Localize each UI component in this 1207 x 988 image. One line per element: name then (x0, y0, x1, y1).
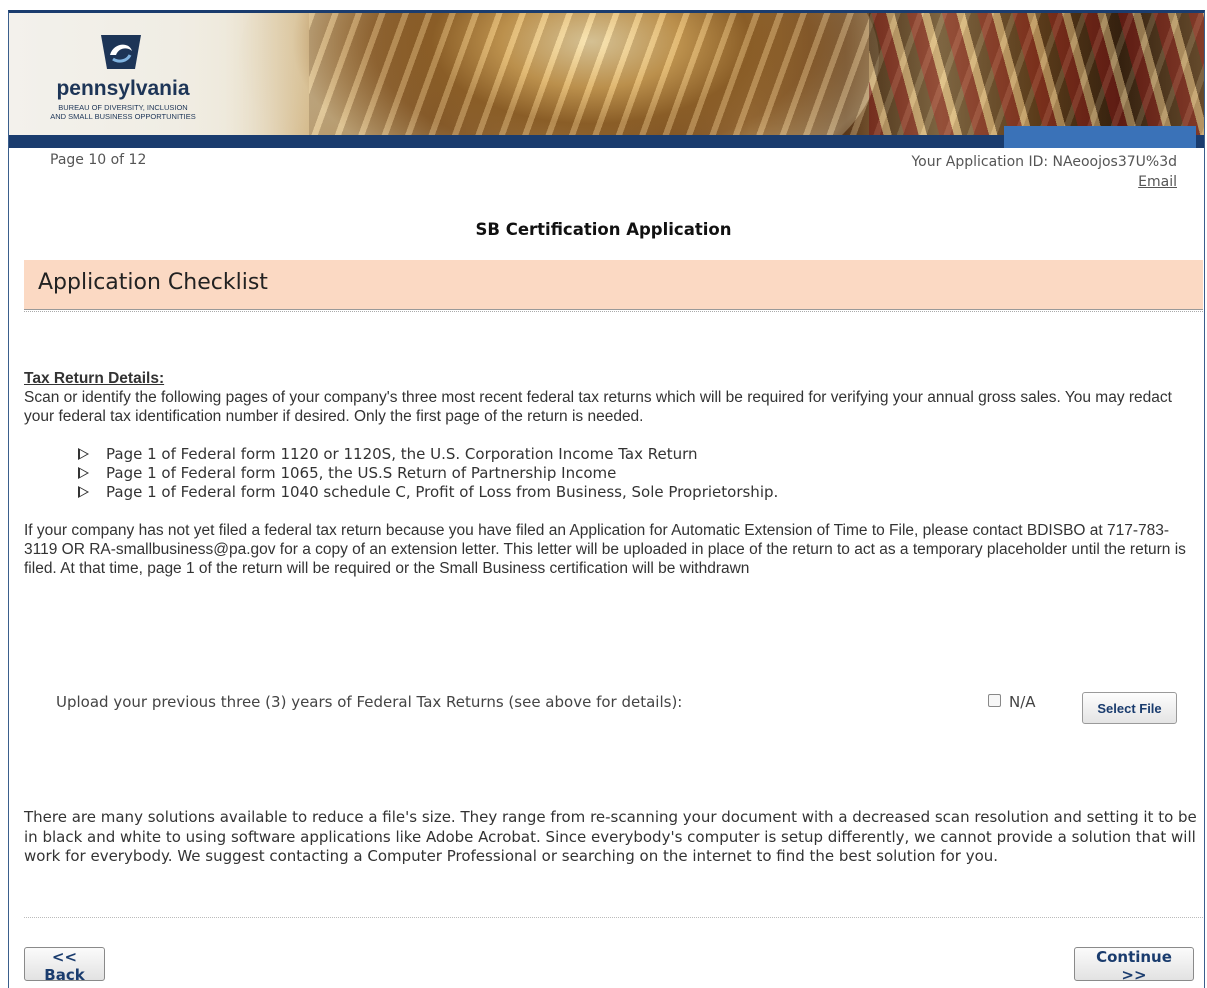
section-title: Application Checklist (38, 270, 268, 295)
continue-button[interactable]: Continue >> (1074, 947, 1194, 984)
list-item: Page 1 of Federal form 1065, the US.S Re… (76, 464, 1194, 483)
triangle-bullet-icon (78, 467, 89, 479)
extension-note: If your company has not yet filed a fede… (24, 522, 1186, 577)
list-item: Page 1 of Federal form 1120 or 1120S, th… (76, 445, 1194, 464)
upload-row: Upload your previous three (3) years of … (56, 692, 1186, 732)
footer-divider (24, 917, 1203, 918)
na-label: N/A (1009, 693, 1036, 711)
triangle-bullet-icon (78, 486, 89, 498)
form-title: SB Certification Application (475, 220, 732, 239)
page-indicator: Page 10 of 12 (50, 152, 147, 168)
pennsylvania-logo[interactable]: pennsylvania BUREAU OF DIVERSITY, INCLUS… (13, 19, 233, 129)
back-button[interactable]: << Back (24, 947, 105, 984)
select-file-button[interactable]: Select File (1082, 692, 1177, 724)
application-id: Your Application ID: NAeoojos37U%3d (911, 154, 1177, 170)
logo-name: pennsylvania (56, 77, 190, 100)
section-header: Application Checklist (24, 260, 1203, 310)
tax-heading: Tax Return Details: (24, 370, 165, 387)
file-size-note: There are many solutions available to re… (24, 808, 1197, 865)
upload-label: Upload your previous three (3) years of … (56, 693, 683, 711)
tax-return-details: Tax Return Details: Scan or identify the… (24, 369, 1194, 578)
header-banner: pennsylvania BUREAU OF DIVERSITY, INCLUS… (9, 13, 1204, 135)
triangle-bullet-icon (78, 448, 89, 460)
keystone-icon (101, 35, 141, 69)
bureau-name: BUREAU OF DIVERSITY, INCLUSION AND SMALL… (50, 103, 196, 121)
application-id-block: Your Application ID: NAeoojos37U%3d Emai… (911, 152, 1177, 192)
na-checkbox[interactable] (988, 694, 1001, 707)
section-divider (24, 311, 1203, 312)
tax-form-list: Page 1 of Federal form 1120 or 1120S, th… (76, 445, 1194, 502)
tax-intro: Scan or identify the following pages of … (24, 389, 1172, 425)
list-item: Page 1 of Federal form 1040 schedule C, … (76, 483, 1194, 502)
header-tab (1004, 126, 1196, 148)
email-link[interactable]: Email (1138, 174, 1177, 190)
